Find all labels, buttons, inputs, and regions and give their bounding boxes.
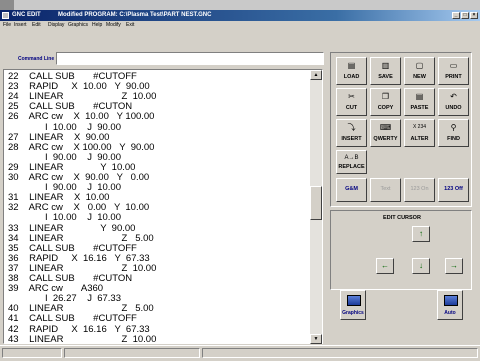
edit-cursor-panel: EDIT CURSOR xyxy=(330,210,472,290)
find-icon: ⚲ xyxy=(450,123,457,132)
graphics-label: Graphics xyxy=(342,310,364,316)
paste-label: PASTE xyxy=(410,105,429,111)
auto-button[interactable]: Auto xyxy=(437,290,463,320)
replace-button[interactable]: A→B REPLACE xyxy=(336,150,367,174)
close-button[interactable]: × xyxy=(470,12,478,19)
app-icon[interactable] xyxy=(2,12,9,19)
qwerty-button[interactable]: ⌨ QWERTY xyxy=(370,119,401,147)
save-icon: ▥ xyxy=(381,61,390,70)
save-label: SAVE xyxy=(378,74,393,80)
keyboard-icon: ⌨ xyxy=(379,123,392,132)
menu-insert[interactable]: Insert xyxy=(14,21,27,29)
numbers-on-button[interactable]: 123 On xyxy=(404,178,435,202)
load-icon: ▤ xyxy=(347,61,356,70)
numbers-off-label: 123 Off xyxy=(444,186,463,192)
qwerty-label: QWERTY xyxy=(373,136,398,142)
cursor-up-icon[interactable]: ↑ xyxy=(412,226,430,242)
replace-icon: A→B xyxy=(344,155,359,161)
cut-button[interactable]: ✂ CUT xyxy=(336,88,367,116)
command-line-input[interactable] xyxy=(56,52,324,65)
text-label: Text xyxy=(380,186,391,192)
undo-icon: ↶ xyxy=(450,92,457,101)
cursor-right-icon[interactable]: → xyxy=(445,258,463,274)
copy-icon: ❐ xyxy=(381,92,390,101)
menu-exit[interactable]: Exit xyxy=(126,21,134,29)
replace-label: REPLACE xyxy=(338,164,365,170)
menu-help[interactable]: Help xyxy=(92,21,102,29)
paste-icon: ▤ xyxy=(415,92,424,101)
paste-button[interactable]: ▤ PASTE xyxy=(404,88,435,116)
undo-label: UNDO xyxy=(445,105,462,111)
numbers-on-label: 123 On xyxy=(410,186,429,192)
menu-display[interactable]: Display xyxy=(48,21,64,29)
status-cell xyxy=(2,348,62,358)
cut-label: CUT xyxy=(345,105,358,111)
cut-icon: ✂ xyxy=(348,92,355,101)
auto-icon xyxy=(444,295,458,306)
print-button[interactable]: ▭ PRINT xyxy=(438,57,469,85)
print-label: PRINT xyxy=(445,74,462,80)
load-button[interactable]: ▤ LOAD xyxy=(336,57,367,85)
menu-bar: File Insert Edit Display Graphics Help M… xyxy=(0,21,480,29)
print-icon: ▭ xyxy=(449,61,458,70)
menu-edit[interactable]: Edit xyxy=(32,21,41,29)
command-line-label: Command Line xyxy=(18,56,55,62)
numbers-off-button[interactable]: 123 Off xyxy=(438,178,469,202)
load-label: LOAD xyxy=(343,74,360,80)
new-icon: ▢ xyxy=(415,61,424,70)
document-title: Modified PROGRAM: C:\Plasma Test\PART NE… xyxy=(58,12,212,18)
minimize-button[interactable]: _ xyxy=(452,12,460,19)
find-button[interactable]: ⚲ FIND xyxy=(438,119,469,147)
insert-icon: ⤵ xyxy=(347,123,356,132)
copy-button[interactable]: ❐ COPY xyxy=(370,88,401,116)
cursor-down-icon[interactable]: ↓ xyxy=(412,258,430,274)
scroll-down-icon[interactable]: ▼ xyxy=(310,334,322,344)
gm-label: G&M xyxy=(345,186,358,192)
insert-button[interactable]: ⤵ INSERT xyxy=(336,119,367,147)
graphics-icon xyxy=(347,295,361,306)
graphics-button[interactable]: Graphics xyxy=(340,290,366,320)
scroll-up-icon[interactable]: ▲ xyxy=(310,70,322,80)
menu-graphics[interactable]: Graphics xyxy=(68,21,88,29)
menu-file[interactable]: File xyxy=(3,21,11,29)
new-button[interactable]: ▢ NEW xyxy=(404,57,435,85)
find-label: FIND xyxy=(447,136,460,142)
desktop-patch xyxy=(0,0,14,10)
title-bar: GNC EDIT Modified PROGRAM: C:\Plasma Tes… xyxy=(0,10,480,21)
copy-label: COPY xyxy=(377,105,394,111)
scrollbar-thumb[interactable] xyxy=(310,186,322,220)
auto-label: Auto xyxy=(444,310,456,316)
alter-label: ALTER xyxy=(410,136,429,142)
save-button[interactable]: ▥ SAVE xyxy=(370,57,401,85)
app-title: GNC EDIT xyxy=(12,12,41,18)
status-bar xyxy=(0,345,480,361)
status-cell xyxy=(64,348,200,358)
undo-button[interactable]: ↶ UNDO xyxy=(438,88,469,116)
menu-modify[interactable]: Modify xyxy=(106,21,121,29)
alter-button[interactable]: X 234 ALTER xyxy=(404,119,435,147)
cursor-left-icon[interactable]: ← xyxy=(376,258,394,274)
desktop-strip xyxy=(0,0,480,10)
alter-icon: X 234 xyxy=(412,124,427,130)
text-button[interactable]: Text xyxy=(370,178,401,202)
maximize-button[interactable]: □ xyxy=(461,12,469,19)
insert-label: INSERT xyxy=(341,136,362,142)
edit-cursor-title: EDIT CURSOR xyxy=(383,215,421,221)
new-label: NEW xyxy=(413,74,426,80)
code-line[interactable]: 43 LINEAR Z 10.00 xyxy=(8,334,156,343)
status-cell xyxy=(202,348,478,358)
code-editor[interactable]: 22 CALL SUB #CUTOFF 23 RAPID X 10.00 Y 90… xyxy=(3,69,323,344)
gm-button[interactable]: G&M xyxy=(336,178,367,202)
